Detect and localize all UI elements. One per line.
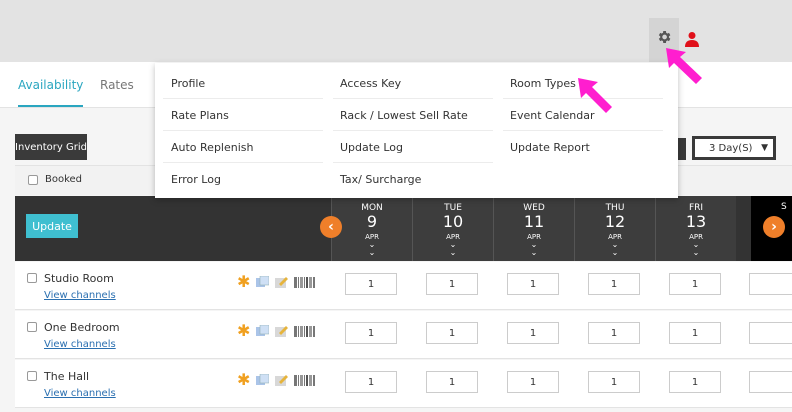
menu-divider [163, 130, 323, 131]
view-channels-link[interactable]: View channels [44, 388, 116, 399]
menu-divider [503, 130, 663, 131]
view-channels-link[interactable]: View channels [44, 290, 116, 301]
menu-item-tax-surcharge[interactable]: Tax/ Surcharge [340, 173, 421, 186]
tab-rates[interactable]: Rates [100, 78, 134, 92]
copy-icon[interactable] [256, 276, 270, 288]
edit-icon[interactable] [275, 374, 289, 386]
view-channels-link[interactable]: View channels [44, 339, 116, 350]
availability-cell[interactable]: 1 [669, 371, 721, 393]
availability-cell[interactable]: 1 [588, 322, 640, 344]
day-name-partial: S [781, 202, 787, 212]
double-chevron-down-icon[interactable]: ⌄ ⌄ [413, 241, 493, 257]
menu-item-room-types[interactable]: Room Types [510, 77, 576, 90]
availability-cell[interactable]: 1 [588, 371, 640, 393]
availability-cell[interactable]: 1 [345, 273, 397, 295]
day-column-header: TUE 10 APR ⌄ ⌄ [412, 196, 493, 261]
availability-cell[interactable]: 1 [426, 273, 478, 295]
availability-cell[interactable]: 1 [426, 371, 478, 393]
tab-availability[interactable]: Availability [18, 78, 84, 107]
availability-cell[interactable]: 1 [507, 371, 559, 393]
day-column-header: FRI 13 APR ⌄ ⌄ [655, 196, 736, 261]
prev-days-button[interactable]: ‹ [320, 216, 342, 238]
chevron-right-icon: › [771, 219, 777, 235]
room-checkbox[interactable] [27, 322, 37, 332]
barcode-icon[interactable] [294, 276, 316, 288]
double-chevron-down-icon[interactable]: ⌄ ⌄ [575, 241, 655, 257]
day-number: 12 [604, 212, 626, 231]
days-select-value: 3 Day(S) [709, 142, 753, 154]
menu-divider [333, 130, 493, 131]
star-icon[interactable]: ✱ [237, 274, 250, 290]
double-chevron-down-icon[interactable]: ⌄ ⌄ [656, 241, 736, 257]
booked-label: Booked [45, 174, 83, 185]
availability-cell[interactable]: 1 [345, 322, 397, 344]
next-days-button[interactable]: › [763, 216, 785, 238]
menu-divider [163, 98, 323, 99]
day-column-header: MON 9 APR ⌄ ⌄ [331, 196, 412, 261]
availability-cell[interactable]: 1 [345, 371, 397, 393]
barcode-icon[interactable] [294, 374, 316, 386]
availability-cell[interactable]: 1 [669, 273, 721, 295]
barcode-icon[interactable] [294, 325, 316, 337]
room-checkbox[interactable] [27, 273, 37, 283]
availability-cell[interactable]: 1 [426, 322, 478, 344]
availability-cell[interactable]: 1 [507, 273, 559, 295]
menu-divider [163, 162, 323, 163]
edit-icon[interactable] [275, 325, 289, 337]
star-icon[interactable]: ✱ [237, 372, 250, 388]
menu-item-rate-plans[interactable]: Rate Plans [171, 109, 229, 122]
day-number: 9 [366, 212, 378, 231]
menu-item-rack-lowest-sell-rate[interactable]: Rack / Lowest Sell Rate [340, 109, 468, 122]
menu-item-profile[interactable]: Profile [171, 77, 205, 90]
day-column-header: THU 12 APR ⌄ ⌄ [574, 196, 655, 261]
day-number: 11 [523, 212, 545, 231]
caret-down-icon: ▼ [761, 143, 768, 153]
days-select[interactable]: 3 Day(S) ▼ [692, 136, 776, 160]
menu-item-auto-replenish[interactable]: Auto Replenish [171, 141, 254, 154]
pointer-arrow-icon [666, 48, 702, 84]
availability-cell[interactable]: 1 [588, 273, 640, 295]
menu-divider [333, 98, 493, 99]
copy-icon[interactable] [256, 325, 270, 337]
inventory-grid-button[interactable]: Inventory Grid [15, 134, 87, 160]
availability-cell[interactable]: 1 [669, 322, 721, 344]
double-chevron-down-icon[interactable]: ⌄ ⌄ [332, 241, 412, 257]
availability-cell-partial[interactable] [749, 322, 792, 344]
room-name: Studio Room [44, 272, 114, 285]
table-row: Studio Room View channels ✱ 1 1 1 1 1 [15, 262, 792, 310]
update-button[interactable]: Update [26, 214, 78, 238]
menu-item-update-report[interactable]: Update Report [510, 141, 590, 154]
table-row: One Bedroom View channels ✱ 1 1 1 1 1 [15, 311, 792, 359]
pointer-arrow-icon [578, 78, 612, 113]
star-icon[interactable]: ✱ [237, 323, 250, 339]
availability-cell-partial[interactable] [749, 371, 792, 393]
room-checkbox[interactable] [27, 371, 37, 381]
edit-icon[interactable] [275, 276, 289, 288]
double-chevron-down-icon[interactable]: ⌄ ⌄ [494, 241, 574, 257]
menu-item-access-key[interactable]: Access Key [340, 77, 401, 90]
grid-header: Update MON 9 APR ⌄ ⌄ TUE 10 APR ⌄ ⌄ WED 11… [15, 196, 792, 261]
menu-divider [333, 162, 493, 163]
day-number: 10 [442, 212, 464, 231]
table-row: The Hall View channels ✱ 1 1 1 1 1 [15, 360, 792, 408]
day-number: 13 [685, 212, 707, 231]
availability-cell[interactable]: 1 [507, 322, 559, 344]
gear-icon [658, 31, 671, 43]
copy-icon[interactable] [256, 374, 270, 386]
day-column-header: WED 11 APR ⌄ ⌄ [493, 196, 574, 261]
chevron-left-icon: ‹ [328, 219, 334, 235]
room-name: The Hall [44, 370, 90, 383]
menu-item-update-log[interactable]: Update Log [340, 141, 403, 154]
booked-checkbox[interactable] [28, 175, 38, 185]
availability-cell-partial[interactable] [749, 273, 792, 295]
room-name: One Bedroom [44, 321, 120, 334]
menu-item-error-log[interactable]: Error Log [171, 173, 221, 186]
